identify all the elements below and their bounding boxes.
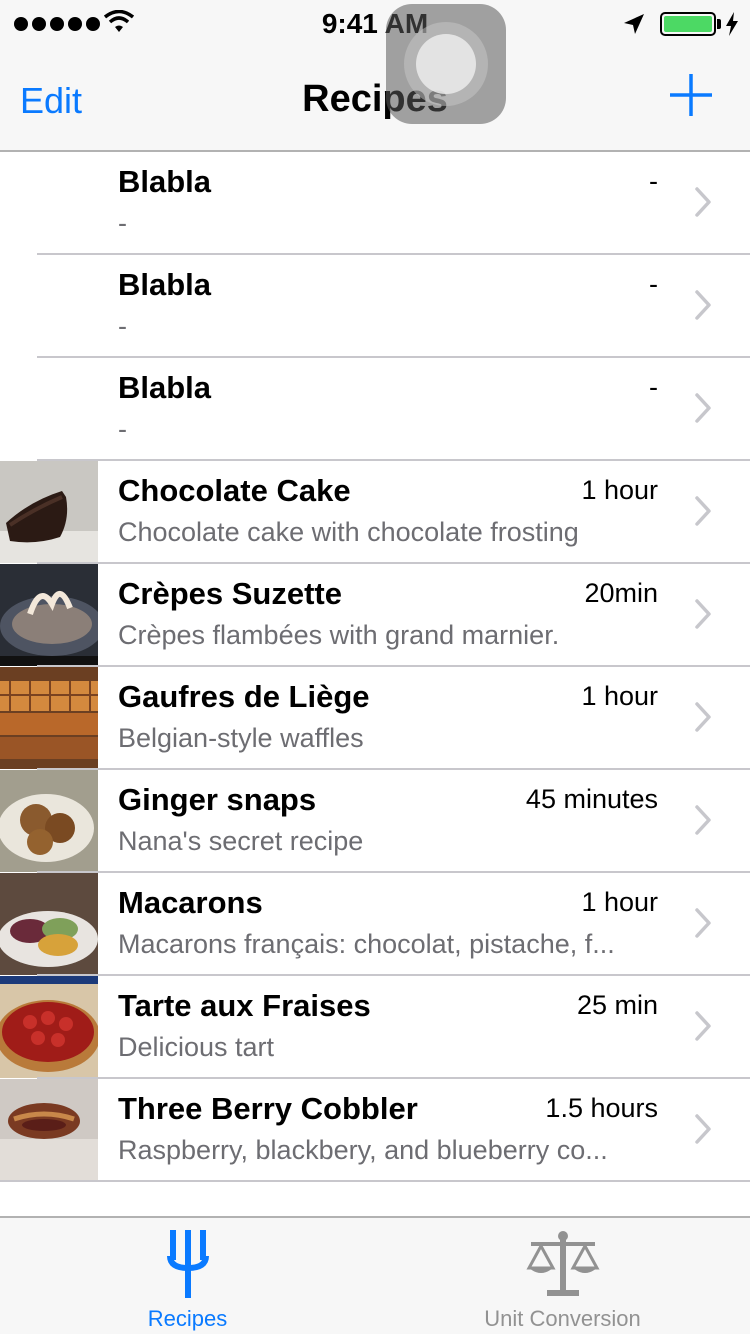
chevron-right-icon: [695, 908, 711, 938]
recipe-time: 45 minutes: [525, 784, 658, 814]
list-item[interactable]: Crèpes Suzette 20min Crèpes flambées with …: [0, 564, 750, 667]
recipe-title: Chocolate Cake: [118, 473, 351, 508]
list-item[interactable]: Blabla - -: [0, 358, 750, 461]
chevron-right-icon: [695, 496, 711, 526]
tab-recipes[interactable]: Recipes: [0, 1218, 375, 1334]
chevron-right-icon: [695, 805, 711, 835]
navigation-bar: Edit Recipes: [0, 44, 750, 152]
tab-label: Unit Conversion: [484, 1306, 641, 1331]
recipe-time: -: [649, 269, 658, 299]
recipe-thumbnail: [0, 461, 98, 563]
assistive-touch-button[interactable]: [386, 4, 506, 124]
chevron-right-icon: [695, 1011, 711, 1041]
recipe-subtitle: Crèpes flambées with grand marnier.: [118, 620, 560, 650]
chevron-right-icon: [695, 1114, 711, 1144]
list-item[interactable]: Gaufres de Liège 1 hour Belgian-style waff…: [0, 667, 750, 770]
recipe-time: -: [649, 372, 658, 402]
recipe-subtitle: Raspberry, blackbery, and blueberry co..…: [118, 1135, 608, 1165]
list-item[interactable]: Chocolate Cake 1 hour Chocolate cake with …: [0, 461, 750, 564]
chevron-right-icon: [695, 599, 711, 629]
recipe-time: 25 min: [576, 990, 658, 1020]
recipe-subtitle: Chocolate cake with chocolate frosting: [118, 517, 579, 547]
page-title: Recipes: [302, 78, 448, 120]
list-item[interactable]: Macarons 1 hour Macarons français: chocola…: [0, 873, 750, 976]
recipe-time: -: [649, 166, 658, 196]
recipe-thumbnail: [0, 976, 98, 1078]
recipe-title: Blabla: [118, 267, 212, 302]
recipe-thumbnail: [0, 564, 98, 666]
chevron-right-icon: [695, 290, 711, 320]
recipe-subtitle: Delicious tart: [118, 1032, 275, 1062]
recipe-subtitle: -: [118, 414, 127, 444]
recipe-subtitle: -: [118, 208, 127, 238]
charging-bolt-icon: [726, 12, 738, 36]
list-item[interactable]: Three Berry Cobbler 1.5 hours Raspberry, b…: [0, 1079, 750, 1182]
recipe-subtitle: Belgian-style waffles: [118, 723, 364, 753]
chevron-right-icon: [695, 393, 711, 423]
list-item[interactable]: Ginger snaps 45 minutes Nana's secret reci…: [0, 770, 750, 873]
recipe-list: Blabla - - Blabla - - Blabla - - Chocolate Cake 1 …: [0, 152, 750, 1182]
plus-icon[interactable]: [668, 72, 714, 118]
recipe-subtitle: Nana's secret recipe: [118, 826, 364, 856]
row-separator: [0, 1180, 750, 1182]
list-item[interactable]: Blabla - -: [0, 255, 750, 358]
location-arrow-icon: [624, 14, 644, 34]
tab-unit-conversion[interactable]: Unit Conversion: [375, 1218, 750, 1334]
scale-icon: [525, 1231, 600, 1296]
recipe-time: 1 hour: [581, 887, 658, 917]
recipe-title: Crèpes Suzette: [118, 576, 342, 611]
recipe-title: Three Berry Cobbler: [118, 1091, 418, 1126]
recipe-subtitle: -: [118, 311, 127, 341]
status-bar: 9:41 AM: [0, 0, 750, 44]
recipe-time: 20min: [584, 578, 658, 608]
recipe-thumbnail: [0, 873, 98, 975]
recipe-time: 1 hour: [581, 475, 658, 505]
list-item[interactable]: Blabla - -: [0, 152, 750, 255]
recipe-title: Blabla: [118, 370, 212, 405]
battery-tip: [717, 19, 721, 29]
recipe-title: Blabla: [118, 164, 212, 199]
tab-bar: Recipes Unit Conversion: [0, 1216, 750, 1334]
recipe-title: Tarte aux Fraises: [118, 988, 371, 1023]
list-item[interactable]: Tarte aux Fraises 25 min Delicious tart: [0, 976, 750, 1079]
battery-icon: [660, 12, 716, 36]
chevron-right-icon: [695, 702, 711, 732]
recipe-title: Ginger snaps: [118, 782, 317, 817]
recipe-subtitle: Macarons français: chocolat, pistache, f…: [118, 929, 615, 959]
recipe-time: 1.5 hours: [545, 1093, 658, 1123]
recipe-thumbnail: [0, 1079, 98, 1181]
recipe-title: Gaufres de Liège: [118, 679, 370, 714]
recipe-title: Macarons: [118, 885, 263, 920]
fork-icon: [166, 1230, 209, 1298]
recipe-time: 1 hour: [581, 681, 658, 711]
recipe-thumbnail: [0, 770, 98, 872]
chevron-right-icon: [695, 187, 711, 217]
tab-label: Recipes: [147, 1306, 228, 1331]
recipe-thumbnail: [0, 667, 98, 769]
